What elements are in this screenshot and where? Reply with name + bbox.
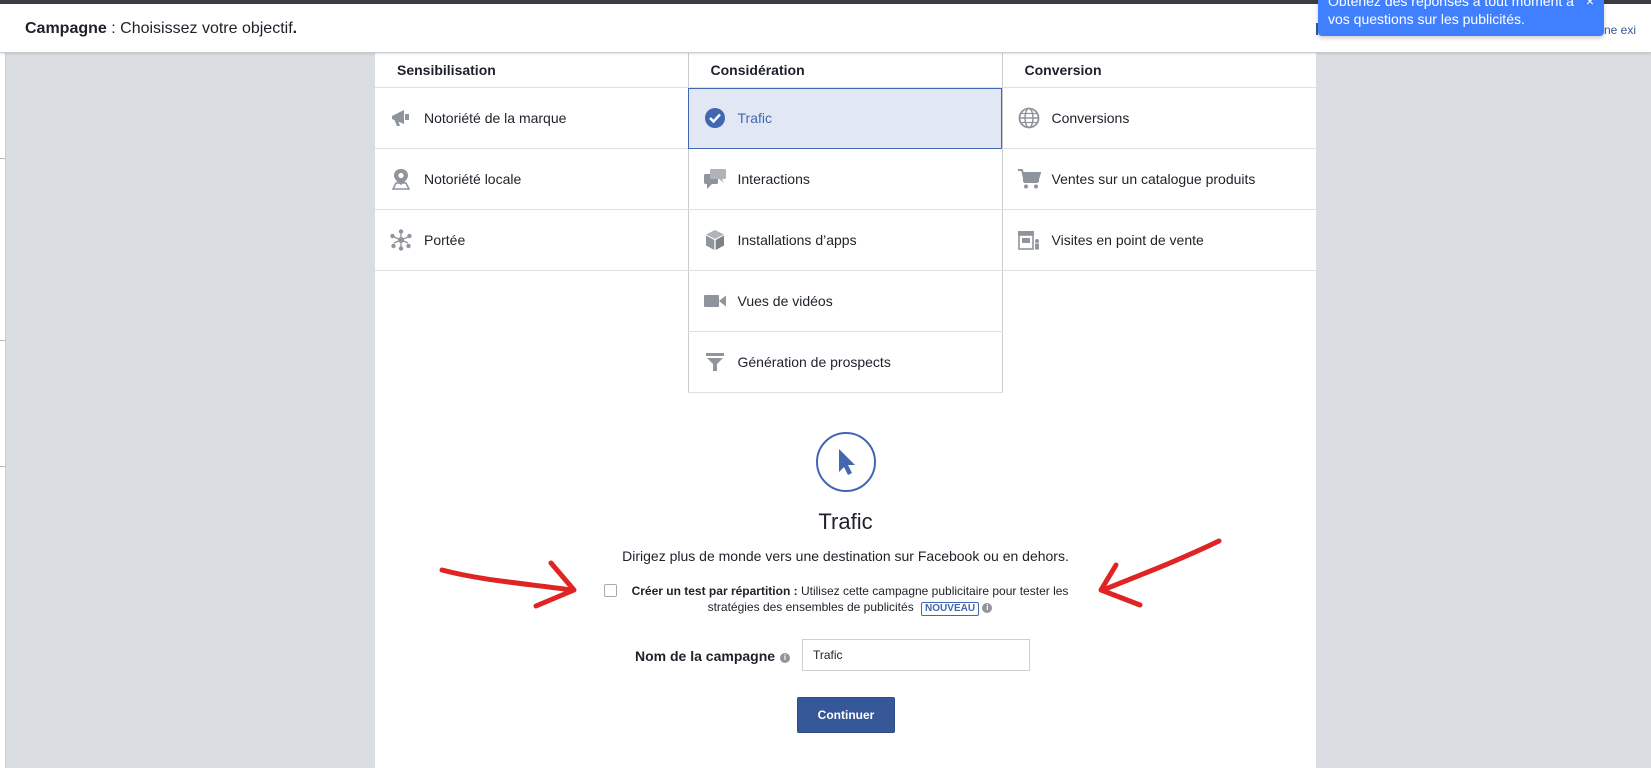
- header-right-link[interactable]: ne exi: [1604, 23, 1636, 37]
- box-icon: [703, 228, 727, 252]
- empty-cell: [1002, 332, 1316, 393]
- objective-video-views[interactable]: Vues de vidéos: [687, 270, 1003, 332]
- column-heading-conversion: Conversion: [1002, 52, 1316, 88]
- cart-icon: [1017, 167, 1041, 191]
- video-camera-icon: [703, 289, 727, 313]
- empty-cell: [375, 271, 688, 332]
- map-pin-icon: [389, 167, 413, 191]
- cursor-icon: [816, 432, 876, 492]
- new-badge: NOUVEAU: [921, 602, 980, 616]
- help-toast[interactable]: Obtenez des réponses à tout moment à vos…: [1318, 0, 1604, 36]
- funnel-icon: [703, 350, 727, 374]
- objective-store-visits[interactable]: Visites en point de vente: [1002, 209, 1316, 271]
- column-heading-awareness: Sensibilisation: [375, 52, 688, 88]
- objective-label: Conversions: [1051, 110, 1130, 126]
- store-icon: [1017, 228, 1041, 252]
- globe-icon: [1017, 106, 1041, 130]
- column-heading-consideration: Considération: [687, 52, 1003, 88]
- objective-label: Vues de vidéos: [737, 293, 833, 309]
- objective-detail-title: Trafic: [818, 509, 873, 534]
- megaphone-icon: [389, 106, 413, 130]
- reach-icon: [389, 228, 413, 252]
- objective-panel: Sensibilisation Considération Conversion…: [375, 52, 1316, 768]
- toast-line-2: vos questions sur les publicités.: [1328, 11, 1525, 27]
- page-title: Campagne : Choisissez votre objectif.: [25, 20, 298, 37]
- objective-traffic[interactable]: Trafic: [687, 87, 1003, 149]
- objective-reach[interactable]: Portée: [375, 209, 688, 271]
- objective-grid: Sensibilisation Considération Conversion…: [375, 52, 1316, 393]
- objective-label: Génération de prospects: [737, 354, 891, 370]
- objective-local-awareness[interactable]: Notoriété locale: [375, 148, 688, 210]
- objective-catalog-sales[interactable]: Ventes sur un catalogue produits: [1002, 148, 1316, 210]
- objective-engagement[interactable]: Interactions: [687, 148, 1003, 210]
- split-test-checkbox[interactable]: [604, 584, 617, 597]
- header-bar: Campagne : Choisissez votre objectif. ne…: [0, 0, 1651, 53]
- objective-label: Visites en point de vente: [1051, 232, 1204, 248]
- objective-label: Notoriété locale: [424, 171, 522, 187]
- toast-line-1: Obtenez des réponses à tout moment à: [1328, 0, 1574, 9]
- objective-label: Trafic: [737, 110, 772, 126]
- close-icon[interactable]: ×: [1586, 0, 1594, 10]
- info-icon[interactable]: i: [780, 653, 790, 663]
- left-sidebar-edge: [0, 4, 6, 768]
- objective-label: Notoriété de la marque: [424, 110, 567, 126]
- campaign-name-label: Nom de la campagne: [635, 648, 776, 664]
- continue-button[interactable]: Continuer: [797, 697, 895, 733]
- objective-label: Ventes sur un catalogue produits: [1051, 171, 1256, 187]
- objective-brand-awareness[interactable]: Notoriété de la marque: [375, 87, 688, 149]
- objective-label: Portée: [424, 232, 466, 248]
- empty-cell: [1002, 271, 1316, 332]
- objective-lead-generation[interactable]: Génération de prospects: [687, 331, 1003, 393]
- objective-detail-description: Dirigez plus de monde vers une destinati…: [622, 548, 1069, 564]
- info-icon[interactable]: i: [982, 602, 993, 613]
- objective-label: Interactions: [737, 171, 810, 187]
- empty-cell: [375, 332, 688, 393]
- objective-app-installs[interactable]: Installations d’apps: [687, 209, 1003, 271]
- objective-label: Installations d’apps: [737, 232, 857, 248]
- campaign-name-input[interactable]: [802, 639, 1030, 671]
- chat-bubbles-icon: [703, 167, 727, 191]
- objective-conversions[interactable]: Conversions: [1002, 87, 1316, 149]
- split-test-label: Créer un test par répartition : Utilisez…: [631, 584, 1069, 616]
- check-circle-icon: [703, 106, 727, 130]
